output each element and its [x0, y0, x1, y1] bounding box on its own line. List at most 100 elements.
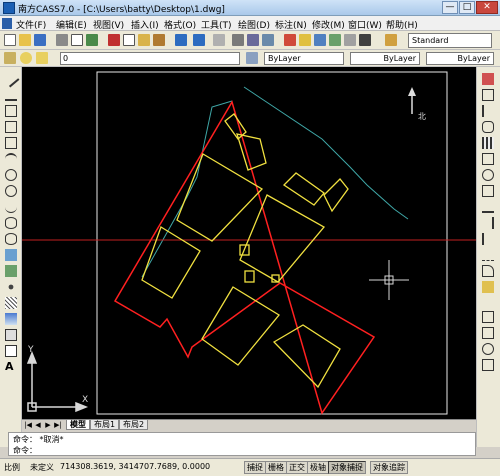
make-block-icon[interactable]	[5, 265, 17, 277]
tool-palettes-icon[interactable]	[314, 34, 326, 46]
text-style-select[interactable]: Standard	[408, 33, 492, 48]
scale-icon[interactable]	[482, 185, 494, 197]
construction-line-icon[interactable]	[5, 89, 17, 101]
region-icon[interactable]	[5, 329, 17, 341]
minimize-button[interactable]: —	[442, 1, 458, 14]
ortho-toggle[interactable]: 正交	[286, 461, 308, 474]
preview-icon[interactable]	[71, 34, 83, 46]
copy-icon[interactable]	[123, 34, 135, 46]
document-icon[interactable]	[2, 18, 12, 29]
zoom-window-icon[interactable]	[247, 34, 259, 46]
rectangle-icon[interactable]	[5, 137, 17, 149]
ellipse-arc-icon[interactable]	[5, 233, 17, 245]
explode-icon[interactable]	[482, 281, 494, 293]
properties-icon[interactable]	[284, 34, 296, 46]
save-icon[interactable]	[34, 34, 46, 46]
menu-dimension[interactable]: 标注(N)	[275, 18, 307, 31]
layer-manager-icon[interactable]	[4, 52, 16, 64]
osnap-midpoint-icon[interactable]	[482, 327, 494, 339]
sheet-set-icon[interactable]	[329, 34, 341, 46]
last-tab-arrow-icon[interactable]: ▶|	[54, 421, 62, 429]
arc-icon[interactable]	[5, 153, 17, 165]
osnap-intersection-icon[interactable]	[482, 359, 494, 371]
match-properties-icon[interactable]	[153, 34, 165, 46]
menu-format[interactable]: 格式(O)	[164, 18, 196, 31]
osnap-toggle[interactable]: 对象捕捉	[328, 461, 366, 474]
stretch-icon[interactable]	[482, 201, 494, 213]
grid-toggle[interactable]: 栅格	[265, 461, 287, 474]
move-icon[interactable]	[482, 153, 494, 165]
polygon-icon[interactable]	[5, 121, 17, 133]
polyline-icon[interactable]	[5, 105, 17, 117]
text-style-icon[interactable]	[385, 34, 397, 46]
fillet-icon[interactable]	[482, 265, 494, 277]
zoom-realtime-icon[interactable]	[232, 34, 244, 46]
hatch-icon[interactable]	[5, 297, 17, 309]
menu-file[interactable]: 文件(F)	[16, 18, 46, 31]
cursor-coordinates[interactable]: 714308.3619, 3414707.7689, 0.0000	[60, 462, 210, 471]
lightbulb-icon[interactable]	[20, 52, 32, 64]
maximize-button[interactable]: □	[459, 1, 475, 14]
snap-toggle[interactable]: 捕捉	[244, 461, 266, 474]
osnap-center-icon[interactable]	[482, 343, 494, 355]
menu-insert[interactable]: 插入(I)	[131, 18, 159, 31]
scale-value[interactable]: 未定义	[30, 462, 54, 473]
close-button[interactable]: ✕	[476, 1, 498, 14]
trim-icon[interactable]	[482, 217, 494, 229]
first-tab-arrow-icon[interactable]: |◀	[24, 421, 32, 429]
tab-layout2[interactable]: 布局2	[119, 420, 149, 430]
menu-edit[interactable]: 编辑(E)	[56, 18, 87, 31]
command-prompt[interactable]: 命令：	[13, 445, 37, 456]
open-folder-icon[interactable]	[19, 34, 31, 46]
break-icon[interactable]	[482, 249, 494, 261]
drawing-canvas[interactable]: 北 Y X	[22, 67, 476, 419]
menu-modify[interactable]: 修改(M)	[312, 18, 345, 31]
print-icon[interactable]	[56, 34, 68, 46]
circle-icon[interactable]	[5, 169, 17, 181]
command-window[interactable]: 命令： *取消* 命令：	[8, 432, 476, 456]
linetype-select[interactable]: ByLayer	[350, 52, 420, 65]
ellipse-icon[interactable]	[5, 217, 17, 229]
markup-icon[interactable]	[344, 34, 356, 46]
layer-select[interactable]: 0	[60, 52, 240, 65]
osnap-endpoint-icon[interactable]	[482, 311, 494, 323]
mirror-icon[interactable]	[482, 105, 494, 117]
pan-icon[interactable]	[213, 34, 225, 46]
array-icon[interactable]	[482, 137, 494, 149]
sun-icon[interactable]	[36, 52, 48, 64]
otrack-toggle[interactable]: 对象追踪	[370, 461, 408, 474]
offset-icon[interactable]	[482, 121, 494, 133]
new-file-icon[interactable]	[4, 34, 16, 46]
spline-icon[interactable]	[5, 201, 17, 213]
design-center-icon[interactable]	[299, 34, 311, 46]
rotate-icon[interactable]	[482, 169, 494, 181]
table-icon[interactable]	[5, 345, 17, 357]
undo-icon[interactable]	[175, 34, 187, 46]
zoom-previous-icon[interactable]	[262, 34, 274, 46]
menu-draw[interactable]: 绘图(D)	[238, 18, 270, 31]
paste-icon[interactable]	[138, 34, 150, 46]
publish-icon[interactable]	[86, 34, 98, 46]
lineweight-select[interactable]: ByLayer	[426, 52, 494, 65]
copy-object-icon[interactable]	[482, 89, 494, 101]
tab-model[interactable]: 模型	[66, 420, 90, 430]
polar-toggle[interactable]: 极轴	[307, 461, 329, 474]
point-icon[interactable]	[8, 284, 14, 290]
insert-block-icon[interactable]	[5, 249, 17, 261]
cut-icon[interactable]	[108, 34, 120, 46]
prev-tab-arrow-icon[interactable]: ◀	[34, 421, 42, 429]
menu-tools[interactable]: 工具(T)	[201, 18, 232, 31]
menu-view[interactable]: 视图(V)	[93, 18, 124, 31]
menu-window[interactable]: 窗口(W)	[348, 18, 382, 31]
next-tab-arrow-icon[interactable]: ▶	[44, 421, 52, 429]
multiline-text-icon[interactable]: A	[5, 361, 17, 373]
menu-help[interactable]: 帮助(H)	[386, 18, 418, 31]
line-icon[interactable]	[2, 70, 20, 88]
color-select[interactable]: ByLayer	[264, 52, 344, 65]
calculator-icon[interactable]	[359, 34, 371, 46]
erase-icon[interactable]	[482, 73, 494, 85]
revision-cloud-icon[interactable]	[5, 185, 17, 197]
extend-icon[interactable]	[482, 233, 494, 245]
gradient-icon[interactable]	[5, 313, 17, 325]
tab-layout1[interactable]: 布局1	[90, 420, 120, 430]
